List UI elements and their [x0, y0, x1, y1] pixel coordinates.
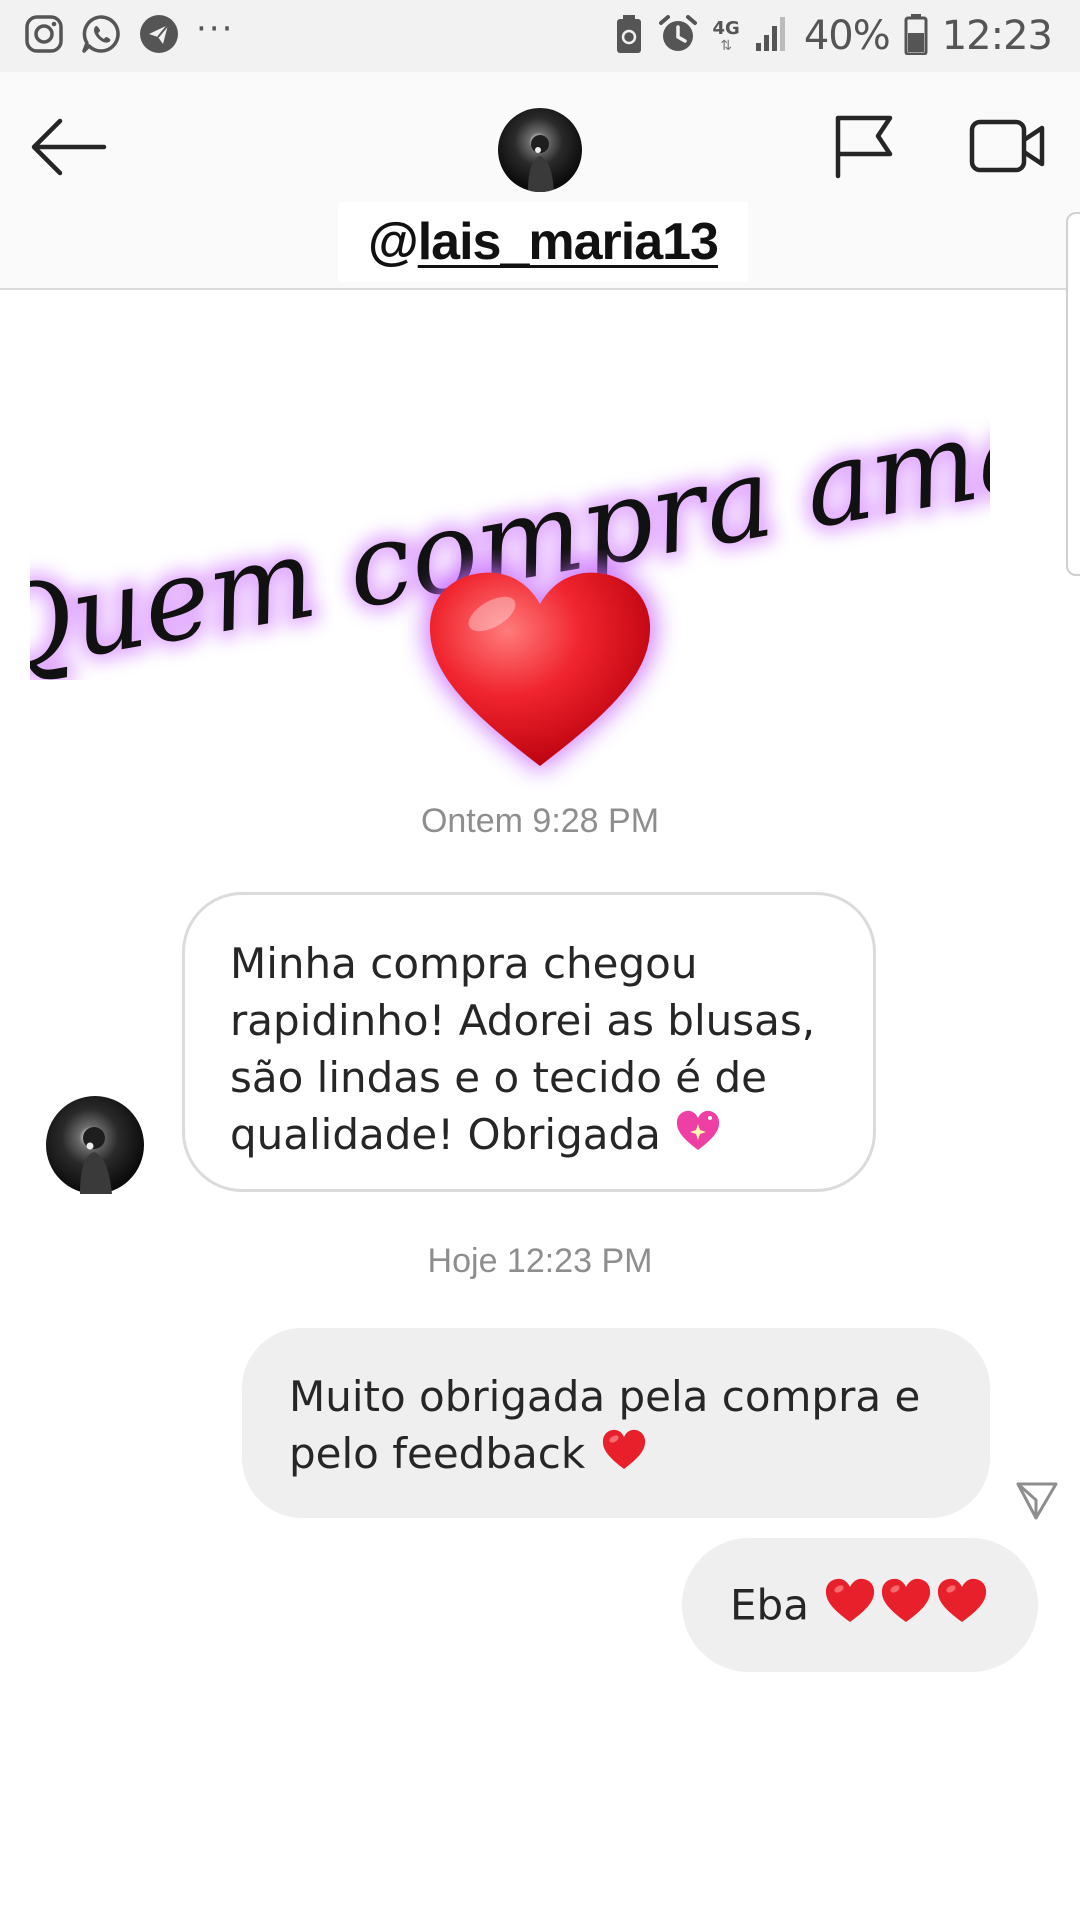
scrollbar[interactable] [1066, 212, 1080, 576]
battery-saver-icon [615, 14, 643, 59]
red-heart-emoji [599, 1427, 649, 1487]
back-button[interactable] [30, 112, 110, 182]
battery-icon [904, 13, 928, 60]
sender-avatar[interactable] [46, 1096, 144, 1194]
notification-icons: ··· [24, 9, 234, 60]
message-timestamp: Hoje 12:23 PM [427, 1242, 653, 1280]
back-arrow-icon [31, 118, 107, 176]
chat-header: @lais_maria13 [0, 72, 1080, 290]
video-call-button[interactable] [968, 116, 1048, 176]
username-at: @ [368, 213, 419, 271]
status-bar: ··· 4G ⇅ 40% 12:23 [0, 0, 1080, 72]
message-timestamp: Ontem 9:28 PM [420, 802, 660, 840]
video-camera-icon [969, 119, 1045, 173]
network-type-indicator: 4G ⇅ [712, 18, 740, 53]
red-heart-emoji [822, 1576, 990, 1640]
message-text: Eba [730, 1580, 809, 1630]
instagram-icon [24, 14, 64, 59]
telegram-icon [138, 13, 180, 60]
incoming-message-bubble[interactable]: Minha compra chegou rapidinho! Adorei as… [182, 892, 876, 1192]
message-line: Muito obrigada pela compra e [289, 1372, 921, 1421]
more-notifications-indicator: ··· [196, 9, 235, 49]
sent-indicator-icon [1014, 1478, 1060, 1522]
sparkling-heart-emoji [674, 1108, 722, 1168]
system-icons: 4G ⇅ 40% 12:23 [615, 10, 1053, 62]
username-handle: lais_maria13 [417, 213, 719, 271]
message-line: pelo feedback [289, 1429, 586, 1478]
message-line: qualidade! Obrigada [230, 1110, 661, 1159]
outgoing-message-bubble[interactable]: Eba [682, 1538, 1038, 1672]
signal-icon [754, 15, 790, 58]
message-line: são lindas e o tecido é de [230, 1053, 767, 1102]
flag-icon [835, 115, 893, 179]
heart-sticker [400, 550, 680, 790]
battery-percent: 40% [803, 13, 891, 59]
message-line: rapidinho! Adorei as blusas, [230, 996, 816, 1045]
whatsapp-icon [80, 13, 122, 60]
report-flag-button[interactable] [832, 112, 896, 180]
username-label[interactable]: @lais_maria13 [338, 202, 748, 282]
header-avatar[interactable] [498, 108, 582, 192]
clock: 12:23 [941, 13, 1053, 59]
alarm-icon [657, 13, 699, 60]
outgoing-message-bubble[interactable]: Muito obrigada pela compra e pelo feedba… [242, 1328, 990, 1518]
message-line: Minha compra chegou [230, 939, 698, 988]
